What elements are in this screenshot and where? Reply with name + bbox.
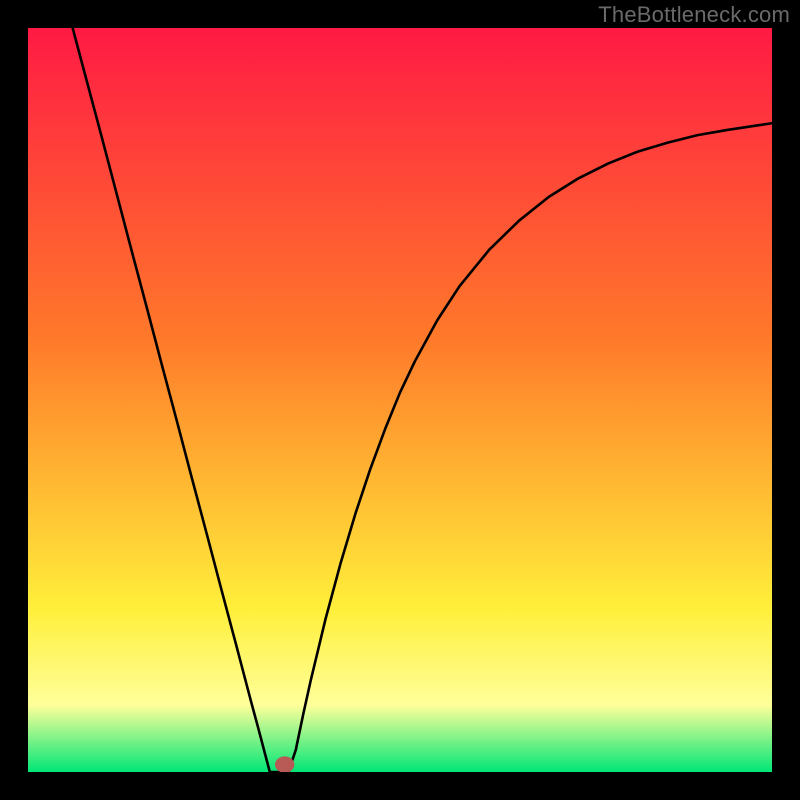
chart-svg	[28, 28, 772, 772]
gradient-background	[28, 28, 772, 772]
plot-area	[28, 28, 772, 772]
chart-frame: TheBottleneck.com	[0, 0, 800, 800]
notch-marker	[275, 756, 294, 772]
watermark-text: TheBottleneck.com	[598, 2, 790, 28]
